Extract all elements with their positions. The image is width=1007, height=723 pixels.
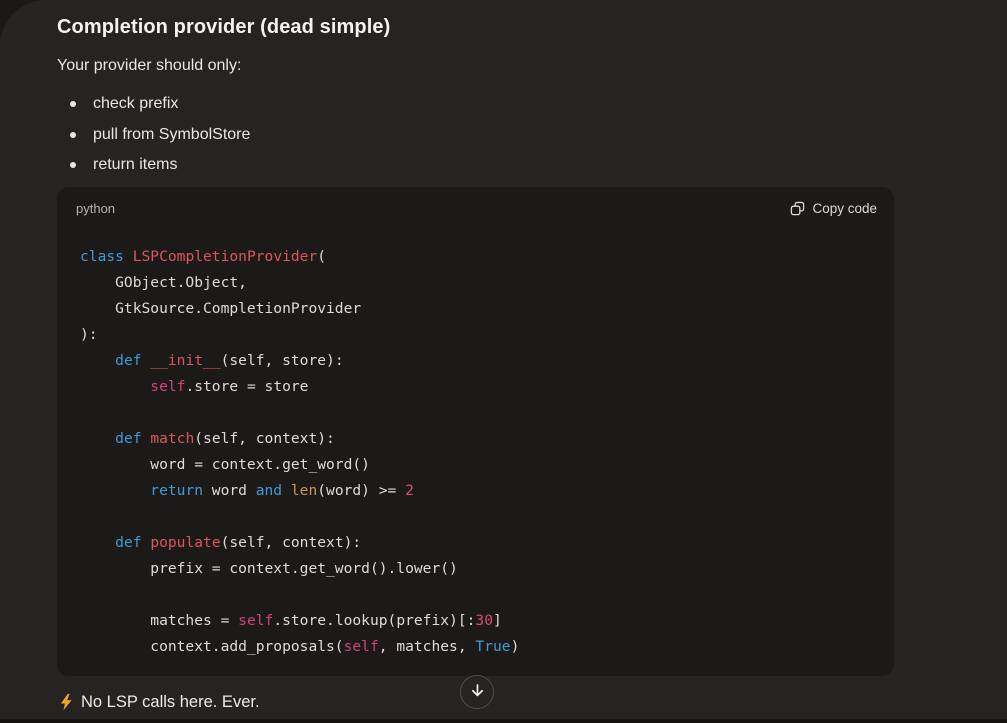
copy-icon [790, 201, 805, 216]
code-line [80, 504, 874, 530]
intro-text: Your provider should only: [57, 56, 241, 76]
code-line: context.add_proposals(self, matches, Tru… [80, 634, 874, 660]
code-block: python Copy code class LSPCompletionProv… [57, 187, 894, 676]
code-block-header: python Copy code [57, 187, 894, 218]
arrow-down-icon [469, 682, 486, 702]
code-line: prefix = context.get_word().lower() [80, 556, 874, 582]
code-line: GtkSource.CompletionProvider [80, 296, 874, 322]
code-line: word = context.get_word() [80, 452, 874, 478]
code-content: class LSPCompletionProvider( GObject.Obj… [57, 218, 894, 660]
code-line: self.store = store [80, 374, 874, 400]
app-window: Completion provider (dead simple) Your p… [0, 0, 1007, 723]
scroll-to-bottom-button[interactable] [460, 675, 494, 709]
code-line: def match(self, context): [80, 426, 874, 452]
copy-code-button[interactable]: Copy code [790, 201, 877, 216]
code-line [80, 400, 874, 426]
code-line: matches = self.store.lookup(prefix)[:30] [80, 608, 874, 634]
bottom-divider [0, 719, 1007, 723]
section-heading: Completion provider (dead simple) [57, 14, 390, 40]
list-item: return items [57, 150, 557, 181]
code-line: def __init__(self, store): [80, 348, 874, 374]
footer-note-text: No LSP calls here. Ever. [81, 693, 260, 712]
copy-code-label: Copy code [812, 201, 877, 216]
code-line [80, 582, 874, 608]
list-item: check prefix [57, 89, 557, 120]
code-line: def populate(self, context): [80, 530, 874, 556]
code-language-label: python [76, 201, 115, 216]
footer-note: No LSP calls here. Ever. [57, 691, 260, 713]
lightning-bolt-icon [57, 693, 75, 711]
code-line: GObject.Object, [80, 270, 874, 296]
code-line: ): [80, 322, 874, 348]
list-item: pull from SymbolStore [57, 120, 557, 151]
code-line: return word and len(word) >= 2 [80, 478, 874, 504]
bullet-list: check prefixpull from SymbolStorereturn … [57, 89, 557, 181]
code-line: class LSPCompletionProvider( [80, 244, 874, 270]
chat-panel: Completion provider (dead simple) Your p… [0, 0, 1007, 723]
